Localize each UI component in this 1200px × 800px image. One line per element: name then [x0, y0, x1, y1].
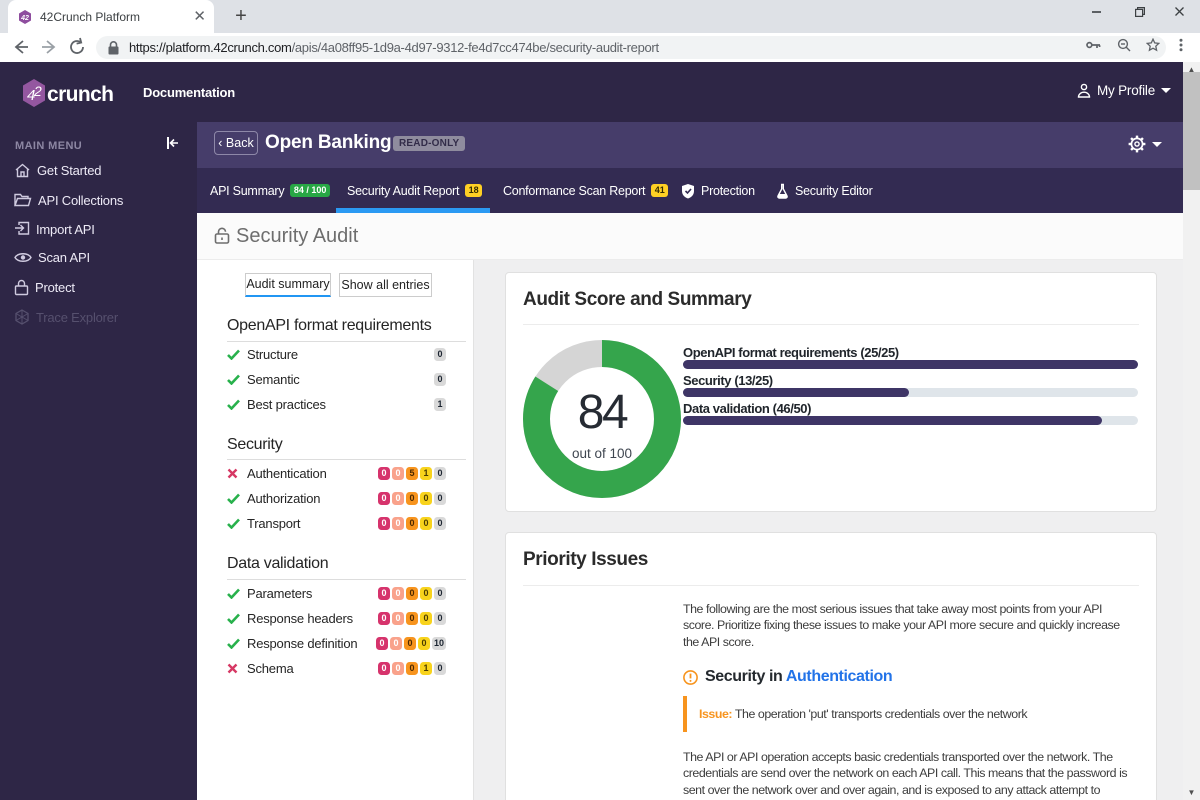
svg-text:crunch: crunch	[47, 83, 113, 106]
svg-text:2: 2	[33, 83, 42, 99]
